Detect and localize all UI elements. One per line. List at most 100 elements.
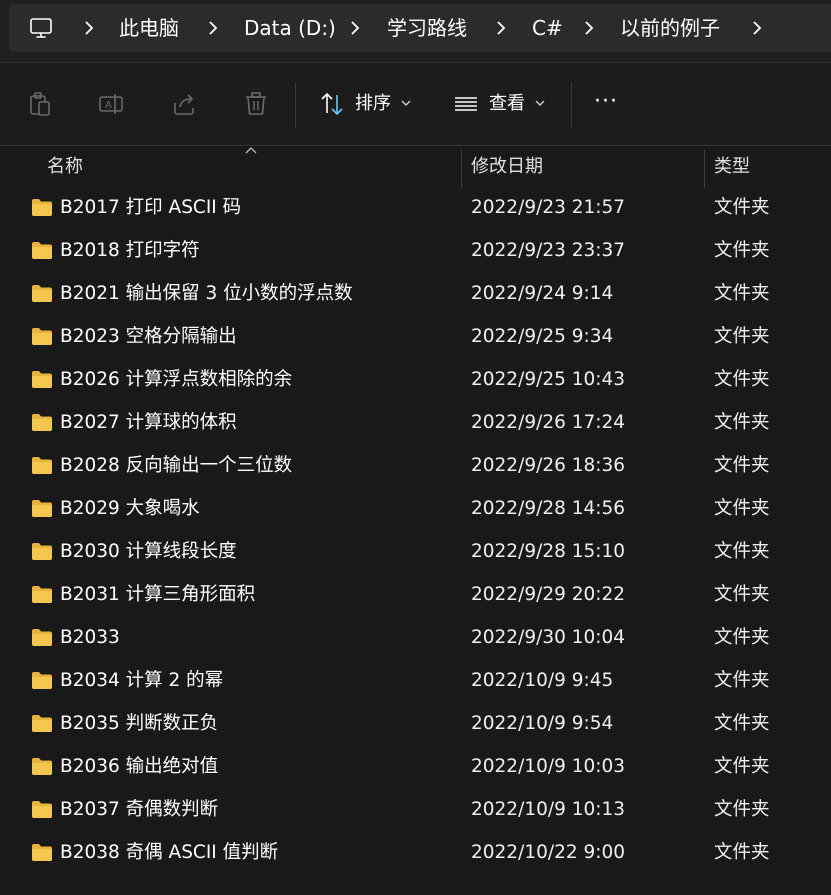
file-type: 文件夹: [714, 369, 770, 390]
address-bar[interactable]: 此电脑 Data (D:) 学习路线 C# 以前的例子: [9, 4, 831, 52]
more-options-button[interactable]: ···: [594, 89, 618, 115]
file-type: 文件夹: [714, 240, 770, 261]
column-divider[interactable]: [704, 150, 705, 188]
share-icon[interactable]: [171, 91, 197, 117]
chevron-right-icon[interactable]: [205, 19, 221, 37]
folder-icon: [32, 457, 52, 474]
file-list: 名称 修改日期 类型 B2017 打印 ASCII 码 2022/9/23 21:…: [0, 146, 831, 895]
column-header-type[interactable]: 类型: [714, 146, 750, 188]
sort-icon: [321, 92, 343, 116]
file-name: B2029 大象喝水: [60, 498, 200, 519]
delete-icon[interactable]: [243, 91, 269, 117]
table-row[interactable]: B2028 反向输出一个三位数 2022/9/26 18:36 文件夹: [0, 444, 831, 487]
file-modified-date: 2022/9/23 21:57: [471, 197, 626, 218]
table-row[interactable]: B2026 计算浮点数相除的余 2022/9/25 10:43 文件夹: [0, 358, 831, 401]
column-header-name[interactable]: 名称: [47, 146, 83, 188]
chevron-right-icon[interactable]: [749, 19, 765, 37]
file-modified-date: 2022/9/26 17:24: [471, 412, 626, 433]
chevron-down-icon: [401, 100, 411, 106]
file-modified-date: 2022/9/30 10:04: [471, 627, 626, 648]
rename-icon[interactable]: A: [98, 91, 124, 117]
file-name: B2028 反向输出一个三位数: [60, 455, 293, 476]
svg-text:A: A: [105, 100, 112, 111]
file-type: 文件夹: [714, 455, 770, 476]
file-name: B2034 计算 2 的幂: [60, 670, 224, 691]
table-row[interactable]: B2017 打印 ASCII 码 2022/9/23 21:57 文件夹: [0, 186, 831, 229]
folder-icon: [32, 199, 52, 216]
chevron-right-icon[interactable]: [581, 19, 597, 37]
toolbar-separator: [571, 82, 572, 128]
sort-label: 排序: [355, 93, 391, 114]
file-modified-date: 2022/9/25 9:34: [471, 326, 614, 347]
folder-icon: [32, 414, 52, 431]
folder-icon: [32, 328, 52, 345]
sort-ascending-icon: [245, 147, 257, 154]
paste-icon[interactable]: [27, 91, 53, 117]
table-row[interactable]: B2036 输出绝对值 2022/10/9 10:03 文件夹: [0, 745, 831, 788]
column-divider[interactable]: [461, 150, 462, 188]
file-modified-date: 2022/9/28 14:56: [471, 498, 626, 519]
folder-icon: [32, 801, 52, 818]
file-modified-date: 2022/9/26 18:36: [471, 455, 626, 476]
breadcrumb-learning-path[interactable]: 学习路线: [387, 4, 467, 52]
file-modified-date: 2022/10/9 9:45: [471, 670, 614, 691]
file-name: B2021 输出保留 3 位小数的浮点数: [60, 283, 353, 304]
table-row[interactable]: B2027 计算球的体积 2022/9/26 17:24 文件夹: [0, 401, 831, 444]
command-bar: A 排序 查看 ···: [0, 63, 831, 145]
folder-icon: [32, 586, 52, 603]
table-row[interactable]: B2037 奇偶数判断 2022/10/9 10:13 文件夹: [0, 788, 831, 831]
file-name: B2036 输出绝对值: [60, 756, 219, 777]
file-name: B2033: [60, 627, 120, 648]
file-name: B2038 奇偶 ASCII 值判断: [60, 842, 279, 863]
file-modified-date: 2022/10/22 9:00: [471, 842, 626, 863]
file-modified-date: 2022/9/25 10:43: [471, 369, 626, 390]
table-row[interactable]: B2021 输出保留 3 位小数的浮点数 2022/9/24 9:14 文件夹: [0, 272, 831, 315]
file-modified-date: 2022/9/23 23:37: [471, 240, 626, 261]
file-type: 文件夹: [714, 584, 770, 605]
breadcrumb-previous-examples[interactable]: 以前的例子: [620, 4, 720, 52]
file-name: B2023 空格分隔输出: [60, 326, 237, 347]
file-type: 文件夹: [714, 326, 770, 347]
file-modified-date: 2022/9/24 9:14: [471, 283, 614, 304]
breadcrumb-csharp[interactable]: C#: [532, 4, 563, 52]
table-row[interactable]: B2018 打印字符 2022/9/23 23:37 文件夹: [0, 229, 831, 272]
file-type: 文件夹: [714, 412, 770, 433]
breadcrumb-data-drive[interactable]: Data (D:): [244, 4, 336, 52]
computer-icon[interactable]: [29, 16, 53, 40]
file-name: B2026 计算浮点数相除的余: [60, 369, 293, 390]
chevron-right-icon[interactable]: [493, 19, 509, 37]
table-row[interactable]: B2034 计算 2 的幂 2022/10/9 9:45 文件夹: [0, 659, 831, 702]
folder-icon: [32, 543, 52, 560]
file-name: B2030 计算线段长度: [60, 541, 237, 562]
chevron-down-icon: [535, 100, 545, 106]
file-type: 文件夹: [714, 799, 770, 820]
file-type: 文件夹: [714, 713, 770, 734]
table-row[interactable]: B2029 大象喝水 2022/9/28 14:56 文件夹: [0, 487, 831, 530]
folder-icon: [32, 285, 52, 302]
view-label: 查看: [489, 93, 525, 114]
file-modified-date: 2022/9/28 15:10: [471, 541, 626, 562]
table-row[interactable]: B2033 2022/9/30 10:04 文件夹: [0, 616, 831, 659]
file-type: 文件夹: [714, 498, 770, 519]
view-icon: [455, 97, 477, 111]
table-row[interactable]: B2035 判断数正负 2022/10/9 9:54 文件夹: [0, 702, 831, 745]
file-name: B2031 计算三角形面积: [60, 584, 256, 605]
column-header-date[interactable]: 修改日期: [471, 146, 543, 188]
chevron-right-icon[interactable]: [347, 19, 363, 37]
folder-icon: [32, 629, 52, 646]
file-type: 文件夹: [714, 283, 770, 304]
chevron-right-icon[interactable]: [81, 19, 97, 37]
file-modified-date: 2022/9/29 20:22: [471, 584, 626, 605]
file-modified-date: 2022/10/9 9:54: [471, 713, 614, 734]
toolbar-separator: [295, 82, 296, 128]
table-row[interactable]: B2023 空格分隔输出 2022/9/25 9:34 文件夹: [0, 315, 831, 358]
file-type: 文件夹: [714, 541, 770, 562]
file-name: B2018 打印字符: [60, 240, 200, 261]
file-type: 文件夹: [714, 670, 770, 691]
table-row[interactable]: B2038 奇偶 ASCII 值判断 2022/10/22 9:00 文件夹: [0, 831, 831, 874]
breadcrumb-this-pc[interactable]: 此电脑: [119, 4, 179, 52]
folder-icon: [32, 715, 52, 732]
table-row[interactable]: B2030 计算线段长度 2022/9/28 15:10 文件夹: [0, 530, 831, 573]
file-name: B2017 打印 ASCII 码: [60, 197, 242, 218]
table-row[interactable]: B2031 计算三角形面积 2022/9/29 20:22 文件夹: [0, 573, 831, 616]
